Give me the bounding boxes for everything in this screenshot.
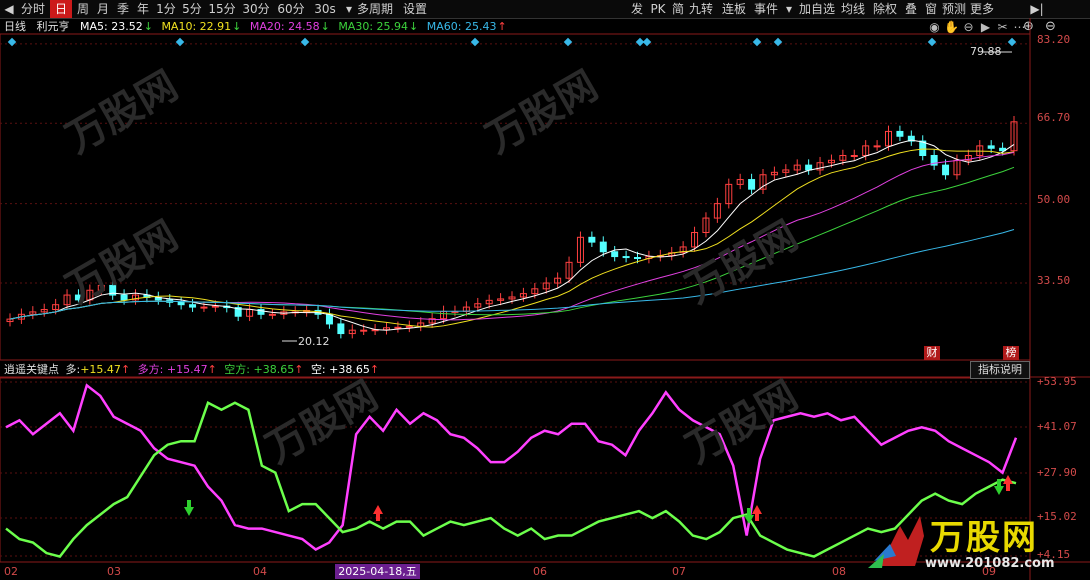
price-tick: 33.50 [1037, 274, 1071, 287]
indicator-name: 逍遥关键点 [4, 363, 59, 376]
candle-body [611, 251, 619, 258]
price-tick: 50.00 [1037, 193, 1071, 206]
candle-body [805, 164, 813, 171]
signal-arrow-stem [1006, 484, 1010, 491]
price-tick: 83.20 [1037, 33, 1071, 46]
duofang-arrow: ↑ [207, 363, 217, 376]
candle-body [850, 155, 858, 157]
date-crosshair-label: 2025-04-18,五 [335, 564, 420, 579]
signal-diamond [642, 37, 652, 47]
candle-body [200, 306, 208, 309]
candle-body [873, 145, 881, 148]
tag-caibao[interactable]: 财 [924, 346, 940, 360]
price-tick: 66.70 [1037, 111, 1071, 124]
signal-diamond [1007, 37, 1017, 47]
signal-arrow-stem [747, 508, 751, 515]
signal-arrow-icon [994, 486, 1004, 495]
signal-diamond [470, 37, 480, 47]
candle-body [634, 257, 641, 260]
indicator-tick: +27.90 [1037, 466, 1077, 479]
brand-name: 万股网 [930, 518, 1038, 558]
signal-arrow-stem [755, 514, 759, 521]
high-price-label: 79.88 [970, 45, 1002, 58]
candle-body [189, 304, 197, 308]
candle-body [987, 145, 995, 149]
signal-diamond [175, 37, 185, 47]
signal-diamond [927, 37, 937, 47]
signal-diamond [752, 37, 762, 47]
candle-body [211, 305, 219, 308]
signal-diamond [7, 37, 17, 47]
kongfang-arrow: ↑ [294, 363, 304, 376]
candle-body [120, 294, 128, 301]
signal-diamond [563, 37, 573, 47]
candle-body [268, 313, 276, 316]
brand-url: www.201082.com [925, 556, 1055, 571]
date-tick: 06 [533, 565, 547, 578]
candle-body [394, 326, 402, 329]
low-price-label: 20.12 [298, 335, 330, 348]
candle-body [599, 241, 607, 253]
signal-arrow-stem [376, 514, 380, 521]
duofang-value: 多方: +15.47 [137, 363, 208, 376]
kongfang-value: 空方: +38.65 [224, 363, 295, 376]
candle-body [942, 164, 950, 176]
signal-arrow-icon [373, 505, 383, 514]
indicator-tick: +41.07 [1037, 420, 1077, 433]
signal-arrow-stem [187, 500, 191, 507]
candle-body [588, 236, 596, 243]
kong-arrow: ↑ [369, 363, 380, 376]
duo-value: +15.47 [80, 363, 121, 376]
candle-body [622, 256, 630, 259]
candle-body [337, 323, 345, 335]
date-tick: 07 [672, 565, 686, 578]
candle-body [748, 179, 756, 190]
date-tick: 03 [107, 565, 121, 578]
candle-body [177, 301, 185, 306]
date-tick: 02 [4, 565, 18, 578]
candle-body [896, 130, 904, 137]
signal-diamond [300, 37, 310, 47]
indicator-tick: +53.95 [1037, 375, 1077, 388]
signal-arrow-icon [184, 507, 194, 516]
signal-diamond [773, 37, 783, 47]
candle-body [405, 325, 413, 328]
signal-arrow-icon [752, 505, 762, 514]
indicator-explain-button[interactable]: 指标说明 [970, 361, 1030, 379]
kong-value: 空: +38.65 [310, 363, 370, 376]
signal-arrow-stem [997, 479, 1001, 486]
duo-arrow: ↑ [120, 363, 131, 376]
date-tick: 08 [832, 565, 846, 578]
indicator-legend: 逍遥关键点 多:+15.47↑ 多方: +15.47↑ 空方: +38.65↑ … [4, 363, 380, 376]
date-tick: 04 [253, 565, 267, 578]
tag-bang[interactable]: 榜 [1003, 346, 1019, 360]
candle-body [360, 329, 368, 332]
